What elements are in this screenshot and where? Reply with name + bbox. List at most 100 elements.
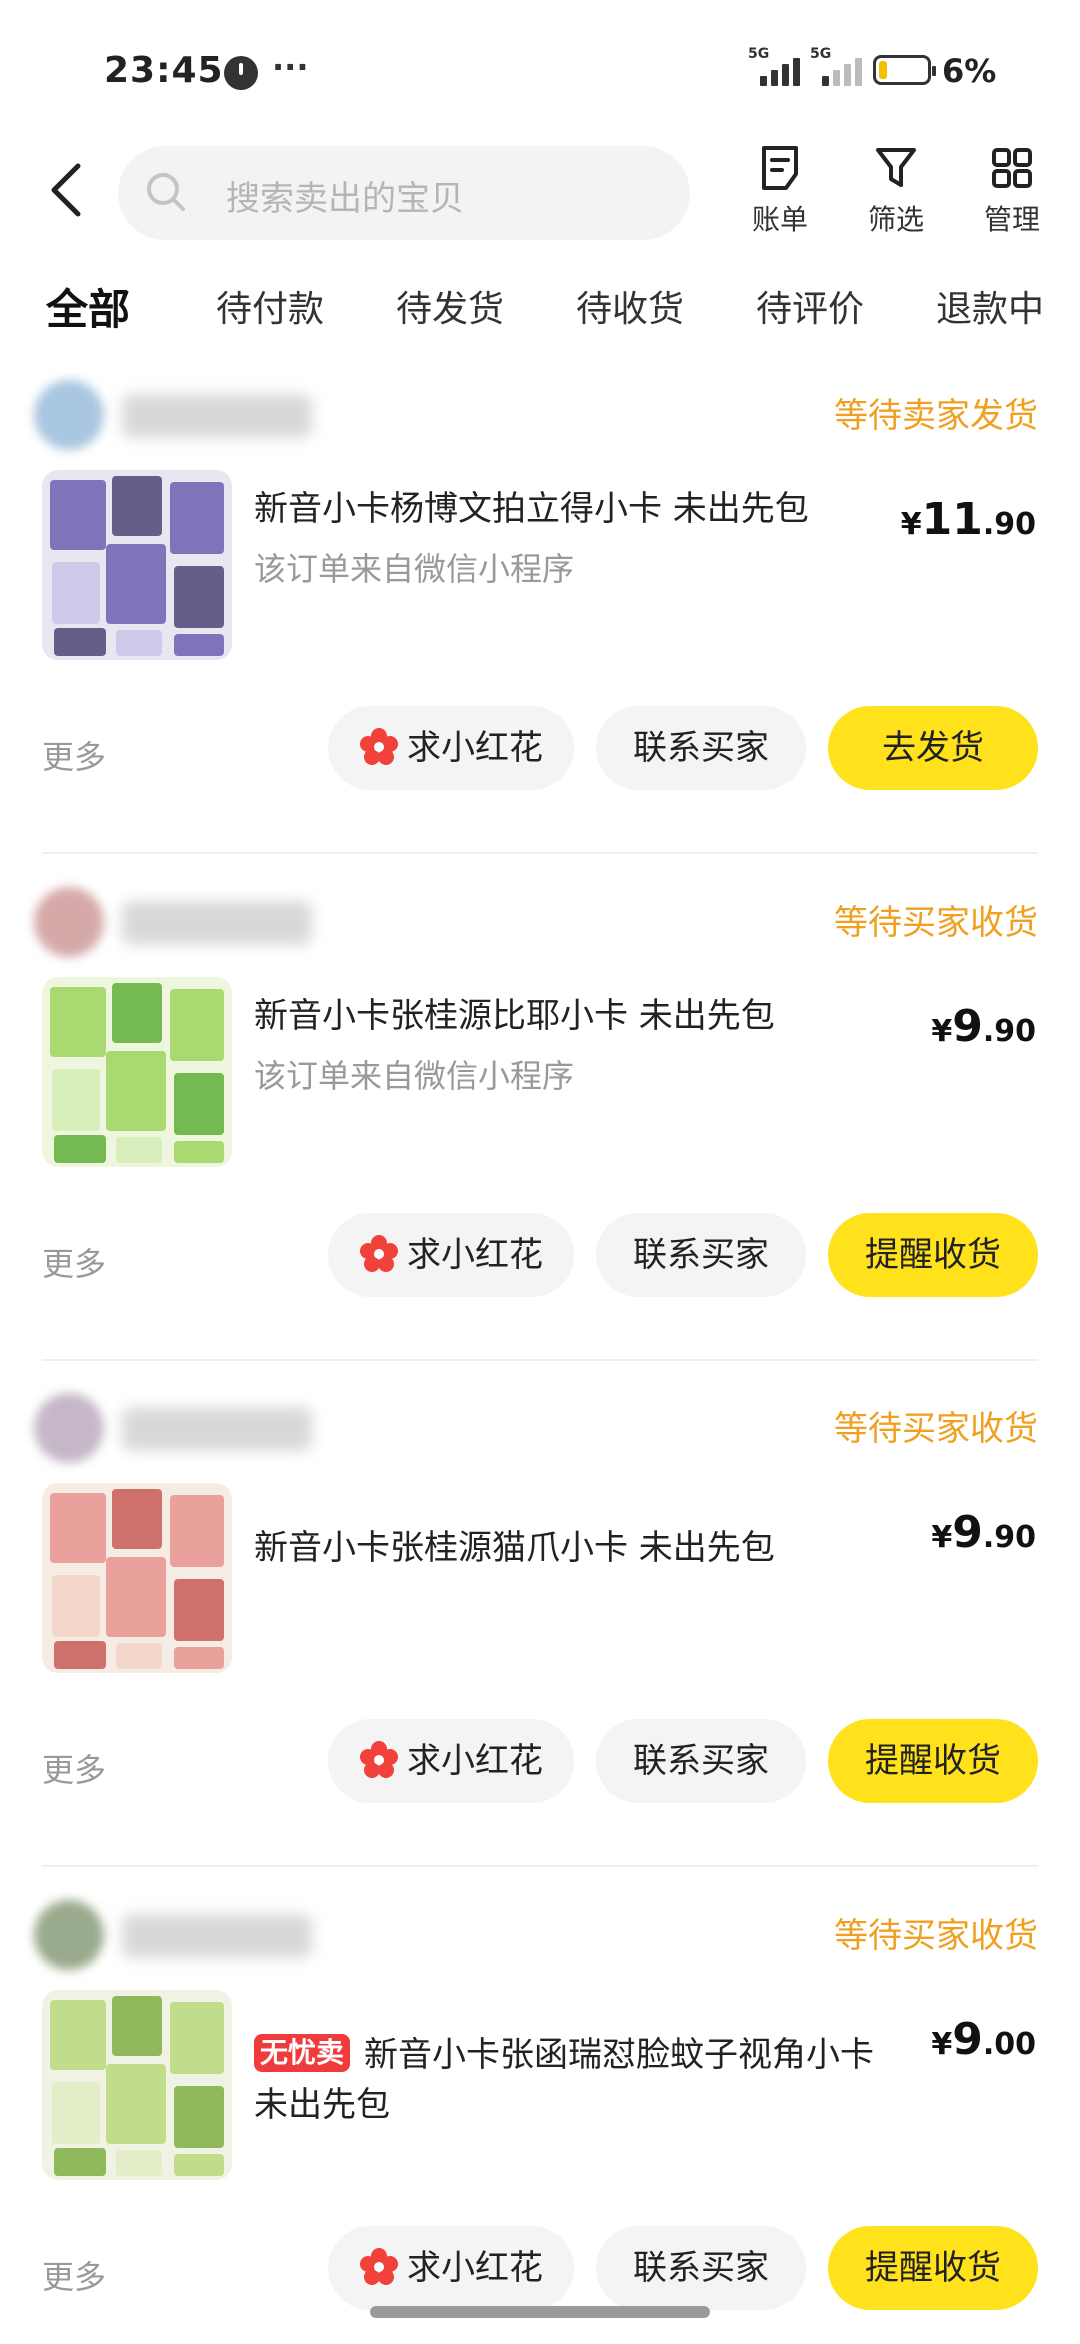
product-image: [42, 1990, 232, 2180]
tab-refunding[interactable]: 退款中: [936, 280, 1044, 332]
flower-icon: [360, 1235, 398, 1272]
sold-orders-page: 23:45 ··· 5G 5G 6% 搜索卖出的宝贝 账单 筛选 管理 全部 待…: [0, 0, 1080, 2344]
product-title-text: 新音小卡张桂源猫爪小卡 未出先包: [254, 1528, 775, 1568]
overflow-dots: ···: [272, 48, 309, 86]
price-decimal: .90: [982, 1520, 1036, 1555]
primary-action-button[interactable]: 提醒收货: [828, 1719, 1038, 1803]
tab-pending-review[interactable]: 待评价: [756, 280, 864, 332]
price-decimal: .00: [982, 2027, 1036, 2062]
ask-flower-label: 求小红花: [407, 2248, 543, 2288]
tab-pending-receipt[interactable]: 待收货: [576, 280, 684, 332]
product-title[interactable]: 新音小卡张桂源猫爪小卡 未出先包: [254, 1523, 894, 1573]
product-title[interactable]: 无忧卖 新音小卡张函瑞怼脸蚊子视角小卡 未出先包: [254, 2030, 894, 2130]
worry-free-badge: 无忧卖: [254, 2034, 351, 2072]
price-integer: 9: [952, 2014, 983, 2065]
product-title[interactable]: 新音小卡张桂源比耶小卡 未出先包: [254, 991, 894, 1041]
image-tile-4: [106, 1051, 166, 1131]
price-integer: 9: [952, 1507, 983, 1558]
order-price: ¥9.90: [931, 1507, 1036, 1558]
order-status: 等待买家收货: [834, 1916, 1038, 1956]
ask-flower-button[interactable]: 求小红花: [328, 706, 574, 790]
image-tile-7: [116, 2150, 162, 2176]
home-indicator[interactable]: [370, 2306, 710, 2318]
order-price: ¥11.90: [901, 494, 1036, 545]
price-symbol: ¥: [931, 1014, 953, 1049]
contact-buyer-button[interactable]: 联系买家: [596, 2226, 806, 2310]
back-button[interactable]: [44, 160, 94, 220]
price-symbol: ¥: [900, 507, 922, 542]
order-card[interactable]: 等待卖家发货 新音小卡杨博文拍立得小卡 未出先包 该订单来自微信小程序 ¥11.…: [0, 370, 1080, 876]
image-tile-0: [50, 987, 106, 1057]
ask-flower-button[interactable]: 求小红花: [328, 2226, 574, 2310]
contact-buyer-button[interactable]: 联系买家: [596, 1719, 806, 1803]
filter-button[interactable]: 筛选: [846, 144, 946, 238]
filter-icon: [876, 148, 916, 187]
tab-pending-shipment[interactable]: 待发货: [396, 280, 504, 332]
primary-action-button[interactable]: 去发货: [828, 706, 1038, 790]
order-tabs: 全部 待付款 待发货 待收货 待评价 退款中: [0, 272, 1080, 342]
search-icon: [147, 173, 185, 211]
image-tile-8: [174, 1647, 224, 1669]
bill-label: 账单: [751, 203, 808, 236]
product-image: [42, 470, 232, 660]
product-thumbnail[interactable]: [42, 1990, 232, 2180]
image-tile-3: [52, 2082, 100, 2144]
price-integer: 11: [921, 494, 983, 545]
bill-button[interactable]: 账单: [730, 144, 830, 238]
image-tile-1: [112, 1996, 162, 2056]
contact-buyer-button[interactable]: 联系买家: [596, 1213, 806, 1297]
order-divider: [42, 1359, 1038, 1361]
more-button[interactable]: 更多: [42, 1239, 106, 1285]
product-thumbnail[interactable]: [42, 1483, 232, 1673]
search-bar[interactable]: 搜索卖出的宝贝: [118, 146, 690, 240]
contact-buyer-button[interactable]: 联系买家: [596, 706, 806, 790]
ask-flower-button[interactable]: 求小红花: [328, 1213, 574, 1297]
order-status: 等待卖家发货: [834, 396, 1038, 436]
image-tile-6: [54, 1135, 106, 1163]
order-card[interactable]: 等待买家收货 新音小卡张桂源猫爪小卡 未出先包 ¥9.90 更多 求小红花 联系…: [0, 1383, 1080, 1889]
ask-flower-label: 求小红花: [407, 1741, 543, 1781]
price-decimal: .90: [982, 507, 1036, 542]
image-tile-3: [52, 562, 100, 624]
buyer-avatar: [34, 887, 104, 957]
order-status: 等待买家收货: [834, 1409, 1038, 1449]
image-tile-7: [116, 1643, 162, 1669]
order-divider: [42, 852, 1038, 854]
product-title[interactable]: 新音小卡杨博文拍立得小卡 未出先包: [254, 484, 894, 534]
buyer-name-blurred: [122, 394, 312, 438]
signal-1-icon: 5G: [748, 46, 800, 86]
price-symbol: ¥: [931, 1520, 953, 1555]
signal-2-icon: 5G: [810, 46, 862, 86]
tab-label: 全部: [46, 285, 131, 334]
image-tile-7: [116, 1137, 162, 1163]
primary-action-button[interactable]: 提醒收货: [828, 1213, 1038, 1297]
more-button[interactable]: 更多: [42, 732, 106, 778]
image-tile-8: [174, 2154, 224, 2176]
tab-pending-payment[interactable]: 待付款: [216, 280, 324, 332]
image-tile-1: [112, 476, 162, 536]
order-card[interactable]: 等待买家收货 新音小卡张桂源比耶小卡 未出先包 该订单来自微信小程序 ¥9.90…: [0, 877, 1080, 1383]
more-button[interactable]: 更多: [42, 1745, 106, 1791]
ask-flower-button[interactable]: 求小红花: [328, 1719, 574, 1803]
price-symbol: ¥: [931, 2027, 953, 2062]
manage-button[interactable]: 管理: [962, 144, 1062, 238]
image-tile-8: [174, 634, 224, 656]
product-thumbnail[interactable]: [42, 977, 232, 1167]
order-card[interactable]: 等待买家收货 无忧卖 新音小卡张函瑞怼脸蚊子视角小卡 未出先包 ¥9.00 更多 …: [0, 1890, 1080, 2344]
product-thumbnail[interactable]: [42, 470, 232, 660]
image-tile-1: [112, 1489, 162, 1549]
ask-flower-label: 求小红花: [407, 728, 543, 768]
status-time: 23:45: [104, 50, 224, 91]
tab-all[interactable]: 全部: [44, 276, 134, 337]
product-title-text: 新音小卡张桂源比耶小卡 未出先包: [254, 996, 775, 1036]
more-button[interactable]: 更多: [42, 2252, 106, 2298]
image-tile-2: [170, 989, 224, 1061]
price-decimal: .90: [982, 1014, 1036, 1049]
image-tile-4: [106, 544, 166, 624]
ask-flower-label: 求小红花: [407, 1235, 543, 1275]
image-tile-5: [174, 2086, 224, 2148]
image-tile-6: [54, 2148, 106, 2176]
order-source: 该订单来自微信小程序: [254, 550, 575, 588]
primary-action-button[interactable]: 提醒收货: [828, 2226, 1038, 2310]
battery-icon: [873, 55, 936, 85]
